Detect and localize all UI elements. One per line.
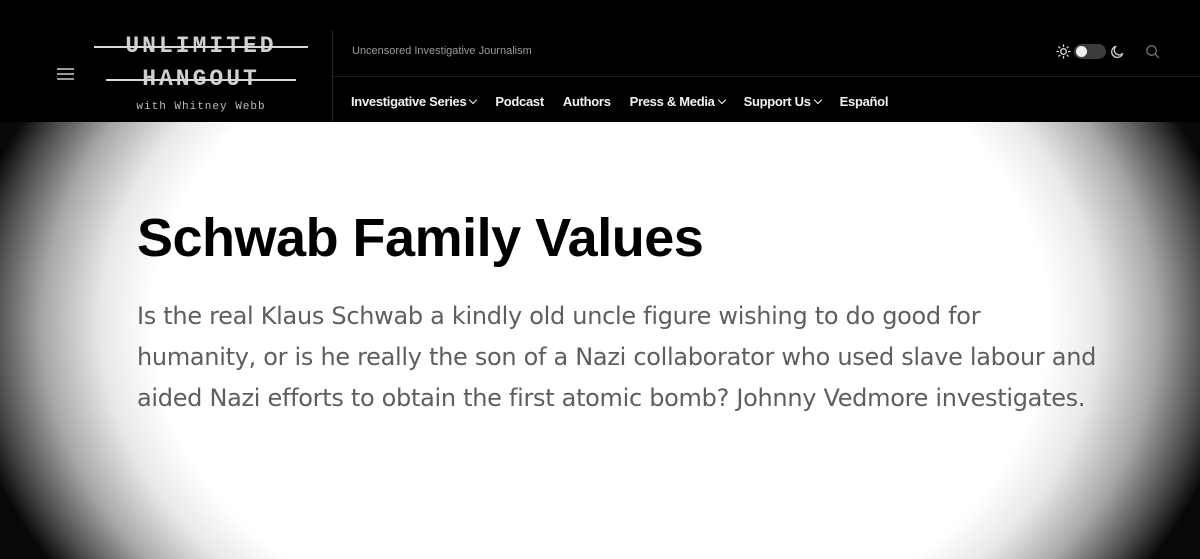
nav-item-authors[interactable]: Authors xyxy=(563,94,611,109)
search-icon[interactable] xyxy=(1145,44,1160,59)
sun-icon xyxy=(1056,44,1071,59)
site-tagline: Uncensored Investigative Journalism xyxy=(352,45,532,57)
logo-subtitle: with Whitney Webb xyxy=(136,101,266,113)
chevron-down-icon xyxy=(717,95,726,105)
chevron-down-icon xyxy=(813,95,822,105)
nav-item-label: Español xyxy=(839,93,889,109)
article-title[interactable]: Schwab Family Values xyxy=(137,205,704,271)
nav-item-label: Support Us xyxy=(743,93,811,109)
nav-item-label: Investigative Series xyxy=(351,93,467,109)
nav-item-press-media[interactable]: Press & Media xyxy=(629,93,726,109)
theme-toggle[interactable] xyxy=(1074,44,1106,59)
header-divider xyxy=(333,76,1200,77)
chevron-down-icon xyxy=(469,95,478,105)
site-logo[interactable]: UNLIMITED HANGOUT with Whitney Webb xyxy=(92,30,310,118)
nav-item-support-us[interactable]: Support Us xyxy=(743,93,822,109)
nav-item-espanol[interactable]: Español xyxy=(839,93,889,109)
menu-icon[interactable] xyxy=(57,66,74,80)
nav-item-podcast[interactable]: Podcast xyxy=(495,93,544,109)
nav-item-label: Press & Media xyxy=(629,93,715,109)
toggle-knob xyxy=(1076,46,1087,57)
nav-item-label: Authors xyxy=(562,93,611,109)
main-nav: Investigative Series Podcast Authors Pre… xyxy=(351,92,907,110)
site-header: UNLIMITED HANGOUT with Whitney Webb Unce… xyxy=(0,0,1200,122)
nav-item-investigative-series[interactable]: Investigative Series xyxy=(351,93,478,109)
article-hero: Schwab Family Values Is the real Klaus S… xyxy=(0,122,1200,559)
moon-icon xyxy=(1111,45,1124,58)
article-excerpt: Is the real Klaus Schwab a kindly old un… xyxy=(137,302,1097,412)
nav-item-label: Podcast xyxy=(495,93,544,109)
logo-strike xyxy=(94,46,308,48)
logo-strike xyxy=(106,79,296,81)
